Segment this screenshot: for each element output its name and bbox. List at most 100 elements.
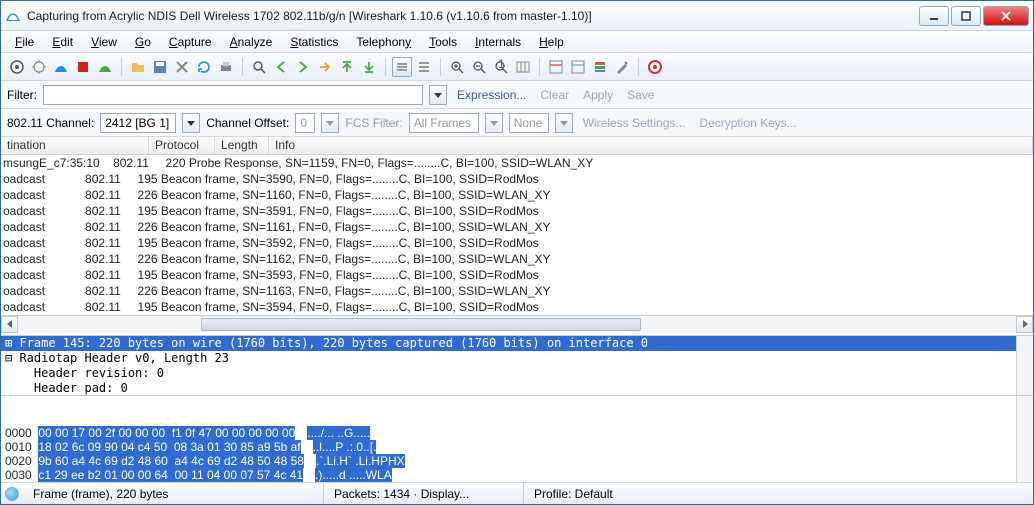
hex-row[interactable]: 0020 9b 60 a4 4c 69 d2 48 60 a4 4c 69 d2… [5, 454, 1029, 468]
detail-frame-summary[interactable]: ⊞ Frame 145: 220 bytes on wire (1760 bit… [1, 336, 1033, 351]
status-profile[interactable]: Profile: Default [523, 483, 1029, 504]
packet-row[interactable]: oadcast 802.11 195 Beacon frame, SN=3591… [3, 203, 1033, 219]
scroll-right-icon[interactable] [1016, 316, 1033, 333]
col-protocol[interactable]: Protocol [149, 137, 215, 154]
bytes-vscroll[interactable] [1016, 396, 1033, 482]
hex-row[interactable]: 0010 18 02 6c 09 90 04 c4 50 08 3a 01 30… [5, 440, 1029, 454]
start-capture-icon[interactable] [51, 57, 71, 77]
open-icon[interactable] [128, 57, 148, 77]
menu-tools[interactable]: Tools [421, 33, 465, 51]
coloring-rules-icon[interactable] [590, 57, 610, 77]
packet-row[interactable]: oadcast 802.11 195 Beacon frame, SN=3594… [3, 299, 1033, 315]
detail-header-revision[interactable]: Header revision: 0 [1, 366, 1033, 381]
close-button[interactable] [983, 6, 1029, 26]
packet-details-pane[interactable]: ⊞ Frame 145: 220 bytes on wire (1760 bit… [1, 336, 1033, 396]
prefs-icon[interactable] [612, 57, 632, 77]
channel-dropdown-icon[interactable] [182, 113, 200, 133]
clear-button[interactable]: Clear [536, 88, 573, 102]
reload-icon[interactable] [194, 57, 214, 77]
apply-button[interactable]: Apply [579, 88, 617, 102]
packet-row[interactable]: msungE_c7:35:10 802.11 220 Probe Respons… [3, 155, 1033, 171]
close-file-icon[interactable] [172, 57, 192, 77]
channel-select[interactable]: 2412 [BG 1] [100, 113, 176, 133]
packet-list-pane[interactable]: tination Protocol Length Info msungE_c7:… [1, 137, 1033, 336]
wireless-settings-button[interactable]: Wireless Settings... [579, 116, 690, 130]
packet-row[interactable]: oadcast 802.11 195 Beacon frame, SN=3592… [3, 235, 1033, 251]
packet-row[interactable]: oadcast 802.11 226 Beacon frame, SN=1160… [3, 187, 1033, 203]
zoom-in-icon[interactable] [447, 57, 467, 77]
menu-internals[interactable]: Internals [467, 33, 529, 51]
packet-bytes-pane[interactable]: 0000 00 00 17 00 2f 00 00 00 f1 0f 47 00… [1, 396, 1033, 482]
menu-view[interactable]: View [83, 33, 125, 51]
goto-first-icon[interactable] [337, 57, 357, 77]
fcs-select[interactable]: All Frames [409, 113, 479, 133]
expert-info-icon[interactable] [5, 487, 19, 501]
hex-row[interactable]: 0030 c1 29 ee b2 01 00 00 64 00 11 04 00… [5, 468, 1029, 482]
packet-row[interactable]: oadcast 802.11 226 Beacon frame, SN=1163… [3, 283, 1033, 299]
packet-list-hscroll[interactable] [1, 315, 1033, 332]
hex-row[interactable]: 0000 00 00 17 00 2f 00 00 00 f1 0f 47 00… [5, 426, 1029, 440]
menu-capture[interactable]: Capture [161, 33, 220, 51]
display-filters-icon[interactable] [568, 57, 588, 77]
interfaces-icon[interactable] [7, 57, 27, 77]
decryption-keys-button[interactable]: Decryption Keys... [695, 116, 800, 130]
details-vscroll[interactable] [1016, 336, 1033, 395]
stop-capture-icon[interactable] [73, 57, 93, 77]
packet-row[interactable]: oadcast 802.11 226 Beacon frame, SN=1162… [3, 251, 1033, 267]
decrypt-dropdown-icon[interactable] [555, 113, 573, 133]
col-info[interactable]: Info [269, 137, 1033, 154]
filter-label: Filter: [7, 88, 37, 102]
col-length[interactable]: Length [215, 137, 269, 154]
packet-row[interactable]: oadcast 802.11 195 Beacon frame, SN=3593… [3, 267, 1033, 283]
packet-row[interactable]: oadcast 802.11 195 Beacon frame, SN=3590… [3, 171, 1033, 187]
packet-row[interactable]: oadcast 802.11 226 Beacon frame, SN=1161… [3, 219, 1033, 235]
wireless-toolbar: 802.11 Channel: 2412 [BG 1] Channel Offs… [1, 109, 1033, 137]
detail-header-pad[interactable]: Header pad: 0 [1, 381, 1033, 396]
menu-go[interactable]: Go [127, 33, 159, 51]
print-icon[interactable] [216, 57, 236, 77]
save-filter-button[interactable]: Save [623, 88, 658, 102]
decrypt-mode-select[interactable]: None [509, 113, 549, 133]
wireshark-icon [5, 8, 21, 24]
zoom-100-icon[interactable]: 1 [491, 57, 511, 77]
goto-last-icon[interactable] [359, 57, 379, 77]
offset-dropdown-icon[interactable] [321, 113, 339, 133]
fcs-dropdown-icon[interactable] [485, 113, 503, 133]
find-icon[interactable] [249, 57, 269, 77]
options-icon[interactable] [29, 57, 49, 77]
detail-radiotap-header[interactable]: ⊟ Radiotap Header v0, Length 23 [1, 351, 1033, 366]
filter-dropdown-button[interactable] [429, 85, 447, 105]
offset-label: Channel Offset: [206, 116, 289, 130]
fcs-label: FCS Filter: [345, 116, 402, 130]
menu-edit[interactable]: Edit [44, 33, 81, 51]
next-icon[interactable] [293, 57, 313, 77]
menu-help[interactable]: Help [531, 33, 572, 51]
scroll-thumb[interactable] [201, 318, 641, 331]
save-icon[interactable] [150, 57, 170, 77]
menubar: File Edit View Go Capture Analyze Statis… [1, 31, 1033, 53]
maximize-button[interactable] [951, 6, 981, 26]
restart-capture-icon[interactable] [95, 57, 115, 77]
offset-select[interactable]: 0 [295, 113, 315, 133]
capture-filters-icon[interactable] [546, 57, 566, 77]
zoom-out-icon[interactable] [469, 57, 489, 77]
menu-telephony[interactable]: Telephony [348, 33, 419, 51]
channel-label: 802.11 Channel: [7, 116, 94, 130]
window-title: Capturing from Acrylic NDIS Dell Wireles… [27, 9, 917, 23]
svg-text:1: 1 [498, 59, 505, 71]
colorize-icon[interactable] [392, 57, 412, 77]
col-destination[interactable]: tination [1, 137, 149, 154]
prev-icon[interactable] [271, 57, 291, 77]
resize-columns-icon[interactable] [513, 57, 533, 77]
expression-button[interactable]: Expression... [453, 88, 530, 102]
autoscroll-icon[interactable] [414, 57, 434, 77]
filter-toolbar: Filter: Expression... Clear Apply Save [1, 81, 1033, 109]
menu-statistics[interactable]: Statistics [282, 33, 346, 51]
filter-input[interactable] [43, 85, 423, 105]
menu-file[interactable]: File [7, 33, 42, 51]
scroll-left-icon[interactable] [1, 316, 18, 333]
help-icon[interactable] [645, 57, 665, 77]
menu-analyze[interactable]: Analyze [222, 33, 281, 51]
minimize-button[interactable] [919, 6, 949, 26]
goto-icon[interactable] [315, 57, 335, 77]
